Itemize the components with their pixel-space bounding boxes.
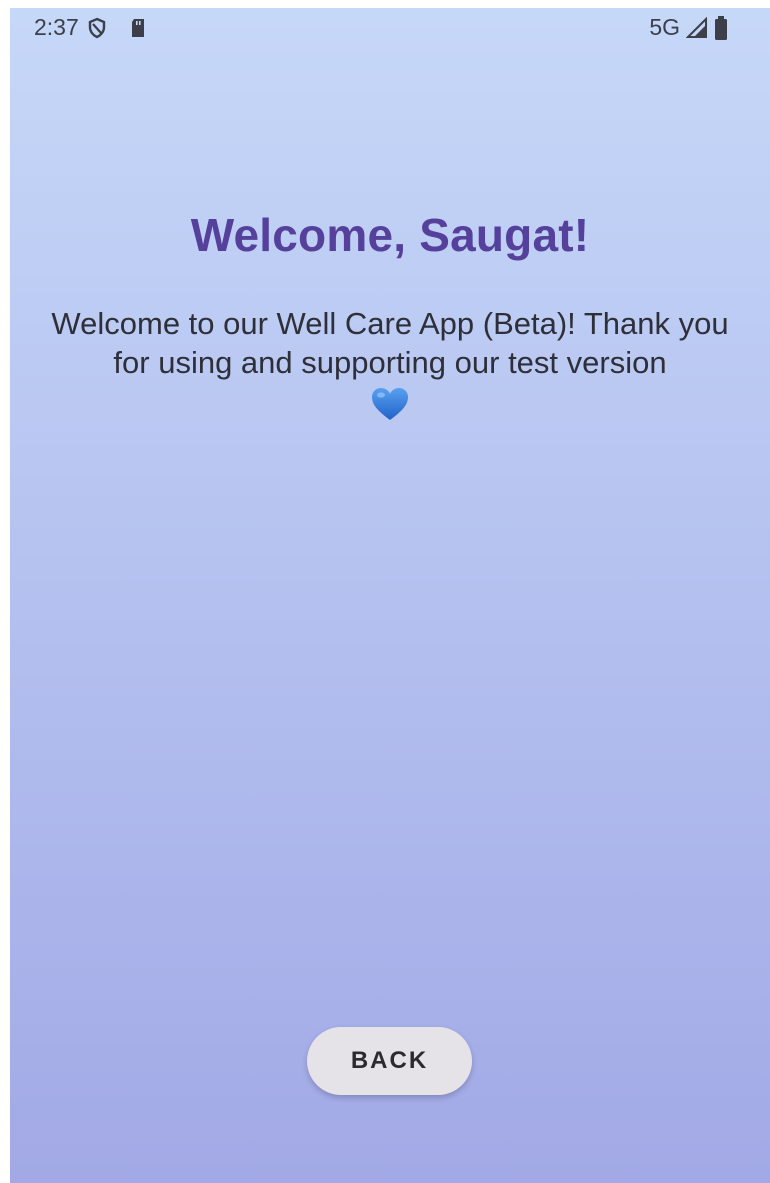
status-bar: 2:37 5G xyxy=(10,8,770,52)
status-left-group: 2:37 xyxy=(34,14,147,41)
network-type: 5G xyxy=(649,14,680,40)
shield-icon xyxy=(87,17,107,39)
signal-icon xyxy=(686,16,708,39)
back-button[interactable]: BACK xyxy=(307,1027,472,1095)
sd-card-icon xyxy=(129,17,147,39)
status-time: 2:37 xyxy=(34,14,79,40)
status-right-group: 5G xyxy=(649,14,728,41)
blue-heart-icon xyxy=(372,388,408,420)
welcome-message-block: Welcome to our Well Care App (Beta)! Tha… xyxy=(50,304,730,422)
welcome-message: Welcome to our Well Care App (Beta)! Tha… xyxy=(51,306,729,380)
welcome-title: Welcome, Saugat! xyxy=(190,209,590,261)
battery-icon xyxy=(714,15,728,41)
app-screen: 2:37 5G Welcome, Saugat! Welcome to our … xyxy=(10,8,770,1183)
